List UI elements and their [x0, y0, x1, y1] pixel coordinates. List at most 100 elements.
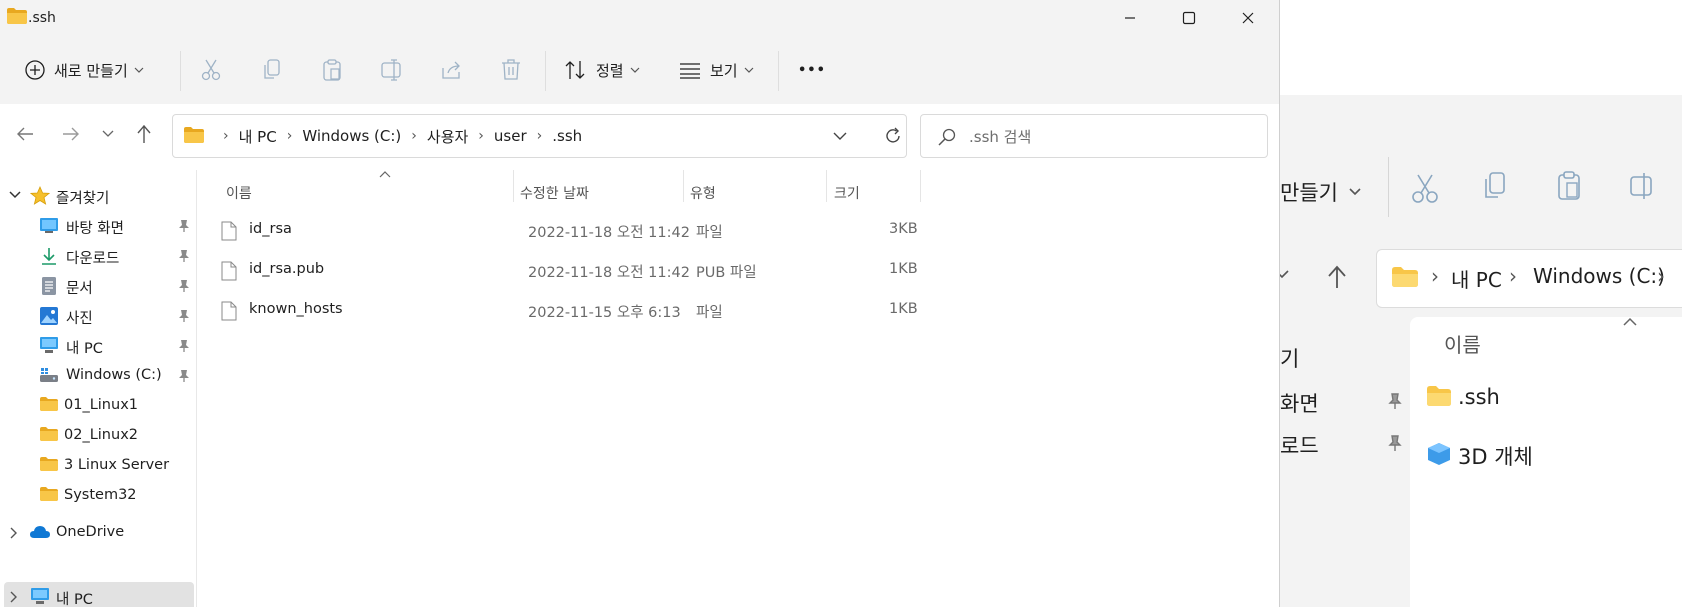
table-row[interactable]: known_hosts 2022-11-15 오후 6:13 파일 1KB [217, 291, 1167, 331]
paste-icon [323, 59, 341, 81]
forward-button[interactable] [59, 122, 83, 146]
chevron-right-icon[interactable] [8, 590, 20, 604]
bg-copy-icon[interactable] [1482, 169, 1508, 203]
column-divider[interactable] [683, 170, 684, 202]
breadcrumb-separator[interactable]: › [478, 128, 484, 144]
up-arrow-icon [137, 124, 151, 143]
sidebar-item-folder[interactable]: System32 [0, 481, 196, 511]
refresh-icon[interactable] [883, 126, 903, 146]
desktop-icon [40, 218, 58, 233]
sidebar-item-onedrive[interactable]: OneDrive [0, 518, 196, 548]
bg-up-arrow-icon[interactable] [1326, 264, 1348, 290]
bg-item-ssh[interactable]: .ssh [1458, 385, 1500, 409]
breadcrumb-separator[interactable]: › [537, 128, 543, 144]
view-list-icon [680, 63, 700, 79]
view-button[interactable]: 보기 [678, 52, 754, 88]
table-row[interactable]: id_rsa.pub 2022-11-18 오전 11:42 PUB 파일 1K… [217, 251, 1167, 291]
breadcrumb-separator[interactable]: › [287, 128, 293, 144]
sidebar-item-pictures[interactable]: 사진 [0, 301, 196, 331]
breadcrumb-drive[interactable]: Windows (C:) [302, 127, 401, 145]
pin-icon[interactable] [177, 219, 191, 233]
breadcrumb-users[interactable]: 사용자 [427, 126, 468, 147]
cut-button[interactable] [200, 52, 224, 88]
breadcrumb: › 내 PC › Windows (C:) › 사용자 › user › .ss… [223, 115, 582, 157]
sidebar-item-documents[interactable]: 문서 [0, 271, 196, 301]
breadcrumb-separator[interactable]: › [223, 128, 229, 144]
sidebar-item-this-pc[interactable]: 내 PC [0, 331, 196, 361]
pin-icon[interactable] [177, 369, 191, 383]
bg-new-button-label[interactable]: 만들기 [1280, 177, 1338, 207]
bg-rename-icon[interactable] [1628, 171, 1654, 201]
search-box[interactable] [920, 114, 1268, 158]
file-list: 이름 수정한 날짜 유형 크기 id_rsa 2022-11-18 오전 11:… [197, 170, 1279, 607]
sidebar-item-desktop[interactable]: 바탕 화면 [0, 211, 196, 241]
address-history-chevron-icon[interactable] [832, 127, 848, 145]
sidebar-item-folder[interactable]: 3 Linux Server [0, 451, 196, 481]
column-divider[interactable] [513, 170, 514, 202]
sidebar-item-folder[interactable]: 02_Linux2 [0, 421, 196, 451]
table-row[interactable]: id_rsa 2022-11-18 오전 11:42 파일 3KB [217, 211, 1167, 251]
up-button[interactable] [132, 122, 156, 146]
sidebar-item-favorites[interactable]: 즐겨찾기 [0, 181, 196, 211]
chevron-down-icon[interactable] [8, 189, 22, 201]
sidebar-item-downloads[interactable]: 다운로드 [0, 241, 196, 271]
pin-icon[interactable] [177, 279, 191, 293]
document-icon [42, 277, 56, 295]
bg-cut-icon[interactable] [1410, 171, 1440, 205]
breadcrumb-user[interactable]: user [494, 127, 527, 145]
bg-recent-chevron-icon[interactable] [1280, 268, 1290, 280]
search-input[interactable] [967, 125, 1261, 149]
back-button[interactable] [13, 122, 37, 146]
folder-icon [7, 8, 27, 24]
bg-sidebar-favorites-partial[interactable]: 기 [1280, 343, 1299, 373]
title-bar[interactable]: .ssh [0, 0, 1279, 38]
sidebar-item-label: System32 [64, 487, 137, 503]
bg-crumb-sep: › [1509, 264, 1517, 288]
chevron-down-icon [744, 67, 754, 73]
command-bar: 새로 만들기 정렬 보기 ••• [0, 38, 1279, 105]
file-type: PUB 파일 [696, 265, 757, 281]
bg-sidebar-download-partial[interactable]: 로드 [1280, 430, 1319, 460]
column-header-type-label: 유형 [690, 186, 716, 202]
bg-pin-icon[interactable] [1386, 434, 1404, 452]
bg-paste-icon[interactable] [1556, 169, 1582, 203]
bg-pin-icon[interactable] [1386, 392, 1404, 410]
bg-crumb-pc[interactable]: 내 PC [1451, 264, 1502, 293]
maximize-button[interactable] [1166, 0, 1212, 36]
bg-sidebar-desktop-partial[interactable]: 화면 [1280, 388, 1319, 418]
chevron-right-icon[interactable] [8, 526, 20, 540]
column-header-size[interactable]: 크기 [834, 174, 914, 212]
column-header-name[interactable]: 이름 [226, 174, 504, 212]
column-header-date[interactable]: 수정한 날짜 [520, 174, 690, 212]
pin-icon[interactable] [177, 249, 191, 263]
pin-icon[interactable] [177, 309, 191, 323]
rename-button[interactable] [380, 52, 404, 88]
column-header-type[interactable]: 유형 [690, 174, 830, 212]
paste-button[interactable] [322, 52, 344, 88]
breadcrumb-ssh[interactable]: .ssh [552, 127, 582, 145]
column-divider[interactable] [920, 170, 921, 202]
minimize-button[interactable] [1107, 0, 1153, 36]
pin-icon[interactable] [177, 339, 191, 353]
recent-locations-button[interactable] [96, 122, 120, 146]
bg-crumb-drive[interactable]: Windows (C:) [1533, 264, 1665, 288]
more-options-button[interactable]: ••• [798, 52, 826, 88]
bg-column-name[interactable]: 이름 [1444, 329, 1481, 358]
copy-button[interactable] [262, 52, 284, 88]
new-button[interactable]: 새로 만들기 [24, 52, 144, 88]
file-size: 1KB [889, 261, 918, 277]
bg-address-bar[interactable]: › 내 PC › Windows (C:) › [1376, 249, 1682, 308]
bg-item-3d-objects[interactable]: 3D 개체 [1458, 441, 1533, 471]
sidebar-item-windows-drive[interactable]: Windows (C:) [0, 361, 196, 391]
address-bar[interactable]: › 내 PC › Windows (C:) › 사용자 › user › .ss… [172, 114, 907, 158]
delete-button[interactable] [500, 52, 522, 88]
breadcrumb-separator[interactable]: › [411, 128, 417, 144]
sort-button[interactable]: 정렬 [564, 52, 640, 88]
column-divider[interactable] [826, 170, 827, 202]
sidebar-item-this-pc-root[interactable]: 내 PC [4, 582, 194, 607]
share-button[interactable] [440, 52, 464, 88]
pc-icon [31, 588, 49, 604]
close-button[interactable] [1225, 0, 1271, 36]
sidebar-item-folder[interactable]: 01_Linux1 [0, 391, 196, 421]
breadcrumb-pc[interactable]: 내 PC [239, 126, 277, 147]
